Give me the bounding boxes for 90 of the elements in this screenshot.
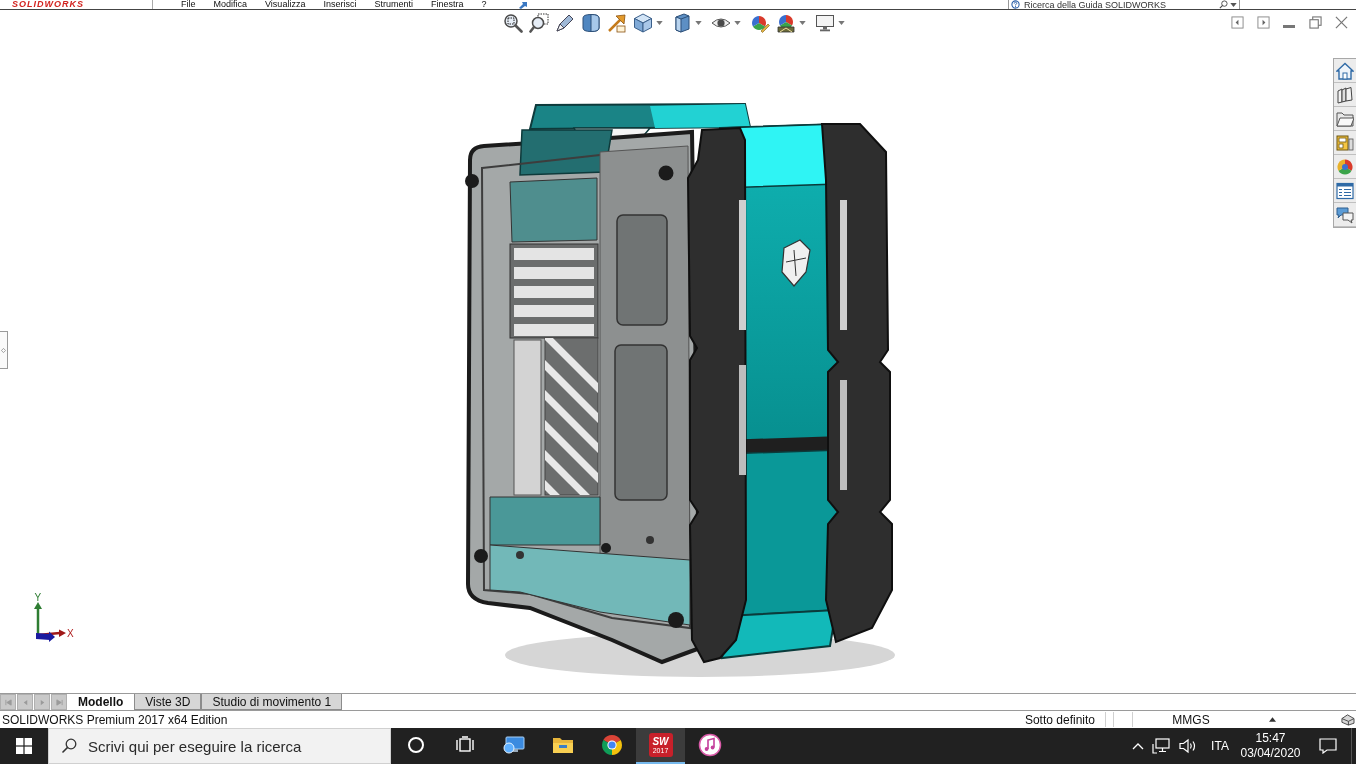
speech-bubble-icon bbox=[1319, 738, 1337, 754]
y-axis-arrow bbox=[34, 602, 42, 636]
task-pane-tab[interactable] bbox=[1334, 131, 1356, 155]
view-settings-button[interactable] bbox=[814, 12, 845, 34]
task-pane-tab[interactable] bbox=[1334, 179, 1356, 203]
task-pane-tab[interactable] bbox=[1334, 59, 1356, 83]
zoom-fit-icon bbox=[503, 13, 523, 33]
document-tab[interactable]: Viste 3D bbox=[134, 694, 202, 710]
axis-label: X bbox=[67, 628, 74, 639]
chevron-up-icon bbox=[1131, 742, 1144, 750]
caret-icon bbox=[734, 21, 741, 25]
box-icon bbox=[672, 13, 692, 33]
music-note-icon bbox=[697, 733, 722, 757]
tile-left-button[interactable] bbox=[1228, 13, 1246, 31]
panel-handle[interactable] bbox=[0, 331, 8, 369]
menu-item[interactable]: Visualizza bbox=[265, 0, 306, 9]
zoom-area-button[interactable] bbox=[528, 12, 550, 34]
task-pane-tab[interactable] bbox=[1334, 107, 1356, 131]
annotation-view-button[interactable] bbox=[606, 12, 628, 34]
zoom-to-fit-button[interactable] bbox=[502, 12, 524, 34]
caret-icon bbox=[838, 21, 845, 25]
clock-time: 15:47 bbox=[1255, 731, 1286, 746]
circle-icon bbox=[405, 735, 426, 755]
view-palette-icon bbox=[1336, 133, 1354, 152]
app-logo-text: SOLIDWORKS bbox=[0, 0, 153, 9]
arrow-icon[interactable] bbox=[518, 0, 529, 9]
taskbar-search-field[interactable]: Scrivi qui per eseguire la ricerca bbox=[48, 728, 391, 764]
menu-item[interactable]: ? bbox=[481, 0, 487, 9]
panel-left-icon bbox=[1230, 15, 1244, 29]
task-view-icon bbox=[454, 735, 475, 755]
monitor-icon bbox=[815, 13, 835, 33]
help-search-field[interactable]: Ricerca della Guida SOLIDWORKS bbox=[1008, 0, 1240, 9]
tile-right-button[interactable] bbox=[1254, 13, 1272, 31]
menu-item[interactable]: Inserisci bbox=[323, 0, 357, 9]
restore-button[interactable] bbox=[1306, 13, 1324, 31]
caret-icon bbox=[695, 21, 702, 25]
monitor-globe-icon bbox=[501, 733, 526, 757]
list-icon bbox=[1336, 181, 1354, 200]
folder-icon bbox=[1336, 109, 1354, 128]
caret-icon[interactable] bbox=[1230, 3, 1237, 7]
cylinder-icon bbox=[581, 13, 601, 33]
minimize-icon bbox=[1283, 24, 1295, 28]
panel-right-icon bbox=[1256, 15, 1270, 29]
caret-up-icon[interactable] bbox=[1269, 717, 1276, 722]
product-edition-text: SOLIDWORKS Premium 2017 x64 Edition bbox=[1, 712, 228, 727]
menu-item[interactable]: Finestra bbox=[430, 0, 464, 9]
home-icon bbox=[1336, 61, 1354, 80]
color-ball-icon bbox=[1336, 157, 1354, 176]
axis-label: Y bbox=[34, 592, 42, 603]
language-indicator[interactable]: ITA bbox=[1204, 728, 1236, 764]
menu-item[interactable]: Modifica bbox=[213, 0, 248, 9]
task-pane-tab[interactable] bbox=[1334, 203, 1356, 227]
restore-icon bbox=[1308, 15, 1322, 29]
close-icon bbox=[1334, 15, 1348, 29]
cube-icon bbox=[633, 13, 653, 33]
speaker-icon bbox=[1179, 738, 1197, 754]
menu-item[interactable]: File bbox=[181, 0, 196, 9]
section-view-button[interactable] bbox=[580, 12, 602, 34]
books-icon bbox=[1336, 85, 1354, 104]
document-tab[interactable]: Studio di movimento 1 bbox=[201, 694, 343, 710]
chat-bubbles-icon bbox=[1336, 205, 1354, 224]
help-icon bbox=[1011, 0, 1020, 9]
z-axis-arrow bbox=[36, 631, 55, 642]
zoom-area-icon bbox=[529, 13, 549, 33]
task-pane-tab[interactable] bbox=[1334, 83, 1356, 107]
caret-icon bbox=[799, 21, 806, 25]
windows-icon bbox=[16, 738, 32, 754]
units-selector[interactable]: MMGS bbox=[1133, 712, 1249, 727]
apply-scene-button[interactable] bbox=[775, 12, 806, 34]
menu-item[interactable]: Strumenti bbox=[374, 0, 413, 9]
pencil-icon bbox=[555, 13, 575, 33]
last-arrow-icon bbox=[55, 698, 63, 706]
clock-date: 03/04/2020 bbox=[1240, 746, 1301, 761]
task-pane-tab[interactable] bbox=[1334, 155, 1356, 179]
view-orientation-button[interactable] bbox=[632, 12, 663, 34]
definition-status: Sotto definito bbox=[1024, 712, 1095, 727]
box-icon[interactable] bbox=[1340, 713, 1355, 726]
clock[interactable]: 15:47 03/04/2020 bbox=[1236, 728, 1305, 764]
color-ball-scene-icon bbox=[776, 13, 796, 33]
diamond-icon bbox=[1, 347, 6, 353]
arrow-tag-icon bbox=[607, 13, 627, 33]
network-icon bbox=[1151, 738, 1170, 754]
previous-view-button[interactable] bbox=[554, 12, 576, 34]
search-icon bbox=[61, 738, 77, 754]
first-arrow-icon bbox=[4, 698, 12, 706]
round-logo-icon bbox=[599, 733, 624, 757]
caret-icon bbox=[656, 21, 663, 25]
right-arrow-icon bbox=[38, 698, 46, 706]
color-ball-pencil-icon bbox=[750, 13, 770, 33]
left-arrow-icon bbox=[21, 698, 29, 706]
